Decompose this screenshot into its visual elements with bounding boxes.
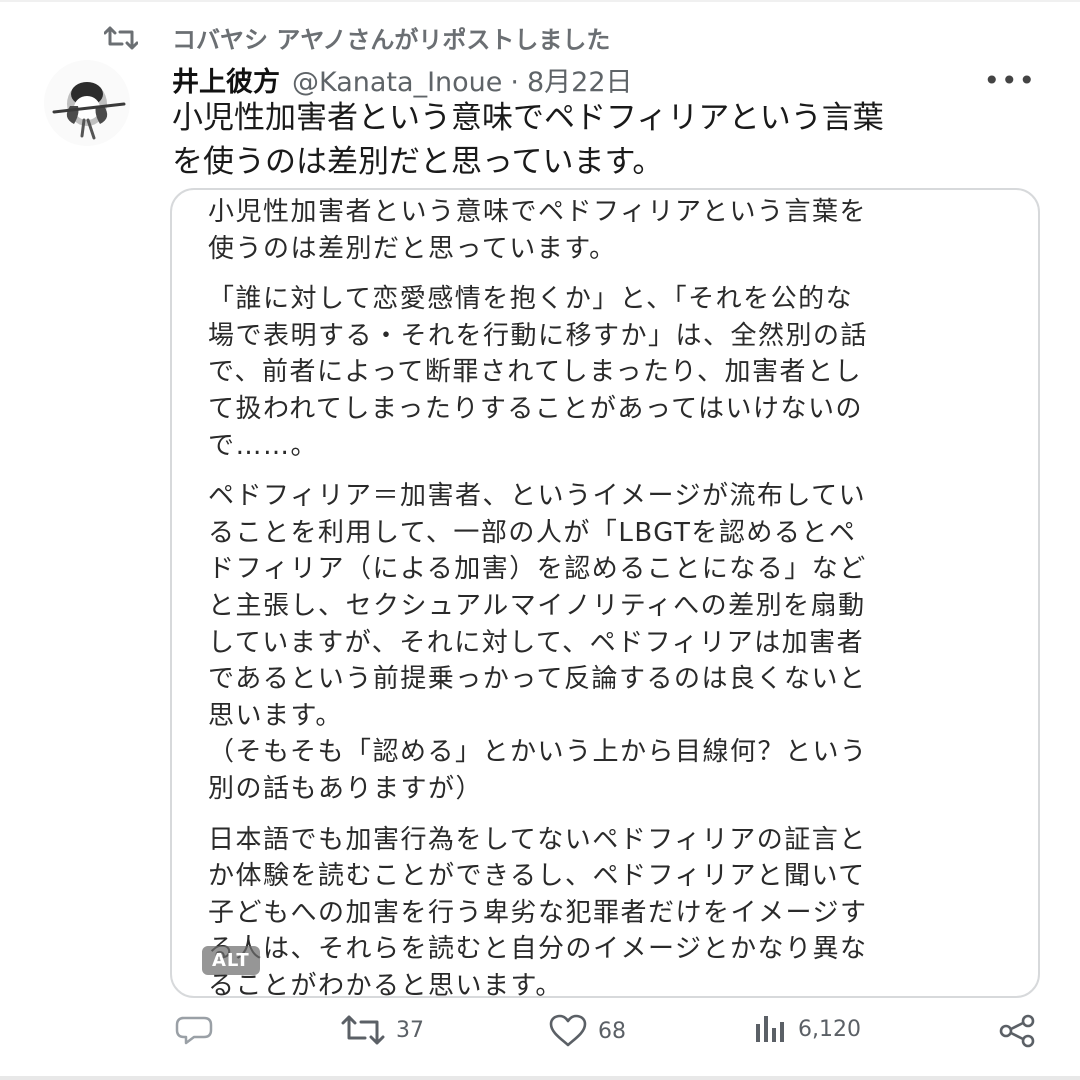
- repost-context[interactable]: コバヤシ アヤノさんがリポストしました: [104, 20, 610, 55]
- post-card: コバヤシ アヤノさんがリポストしました 井上彼方 @Kanata_Inoue ·…: [0, 0, 1080, 1080]
- repost-icon: [340, 1014, 386, 1046]
- user-handle[interactable]: @Kanata_Inoue: [292, 67, 502, 98]
- reply-button[interactable]: [174, 1014, 224, 1046]
- attached-image[interactable]: 小児性加害者という意味でペドフィリアという言葉を 使うのは差別だと思っています。…: [170, 188, 1040, 998]
- avatar[interactable]: [44, 60, 130, 146]
- post-date[interactable]: 8月22日: [527, 60, 633, 99]
- share-button[interactable]: [998, 1014, 1036, 1048]
- repost-icon: [104, 26, 138, 50]
- image-text: 小児性加害者という意味でペドフィリアという言葉を 使うのは差別だと思っています。…: [208, 194, 1008, 998]
- more-options-icon[interactable]: •••: [983, 64, 1036, 97]
- repost-count: 37: [396, 1017, 424, 1043]
- repost-button[interactable]: 37: [340, 1014, 424, 1046]
- action-bar: 37 68 6,120: [170, 1014, 1040, 1062]
- repost-text: コバヤシ アヤノさんがリポストしました: [172, 26, 611, 54]
- like-button[interactable]: 68: [548, 1014, 626, 1048]
- post-header: 井上彼方 @Kanata_Inoue · 8月22日: [172, 60, 1040, 99]
- image-paragraph: ペドフィリア＝加害者、というイメージが流布してい ることを利用して、一部の人が「…: [208, 481, 868, 804]
- separator: ·: [510, 67, 519, 98]
- bird-avatar-icon: [52, 82, 126, 140]
- alt-badge[interactable]: ALT: [202, 946, 260, 975]
- like-count: 68: [598, 1018, 626, 1044]
- reply-icon: [174, 1014, 214, 1046]
- image-paragraph: 小児性加害者という意味でペドフィリアという言葉を 使うのは差別だと思っています。: [208, 197, 867, 264]
- post-text: 小児性加害者という意味でペドフィリアという言葉 を使うのは差別だと思っています。: [172, 100, 884, 180]
- heart-icon: [548, 1014, 588, 1048]
- views-button[interactable]: 6,120: [754, 1014, 861, 1044]
- image-paragraph: 日本語でも加害行為をしてないペドフィリアの証言と か体験を読むことができるし、ペ…: [208, 824, 868, 998]
- views-icon: [754, 1014, 788, 1044]
- image-paragraph: 「誰に対して恋愛感情を抱くか」と、「それを公的な 場で表明する・それを行動に移す…: [208, 284, 869, 461]
- share-icon: [998, 1014, 1036, 1048]
- views-count: 6,120: [798, 1016, 861, 1042]
- display-name[interactable]: 井上彼方: [172, 60, 280, 99]
